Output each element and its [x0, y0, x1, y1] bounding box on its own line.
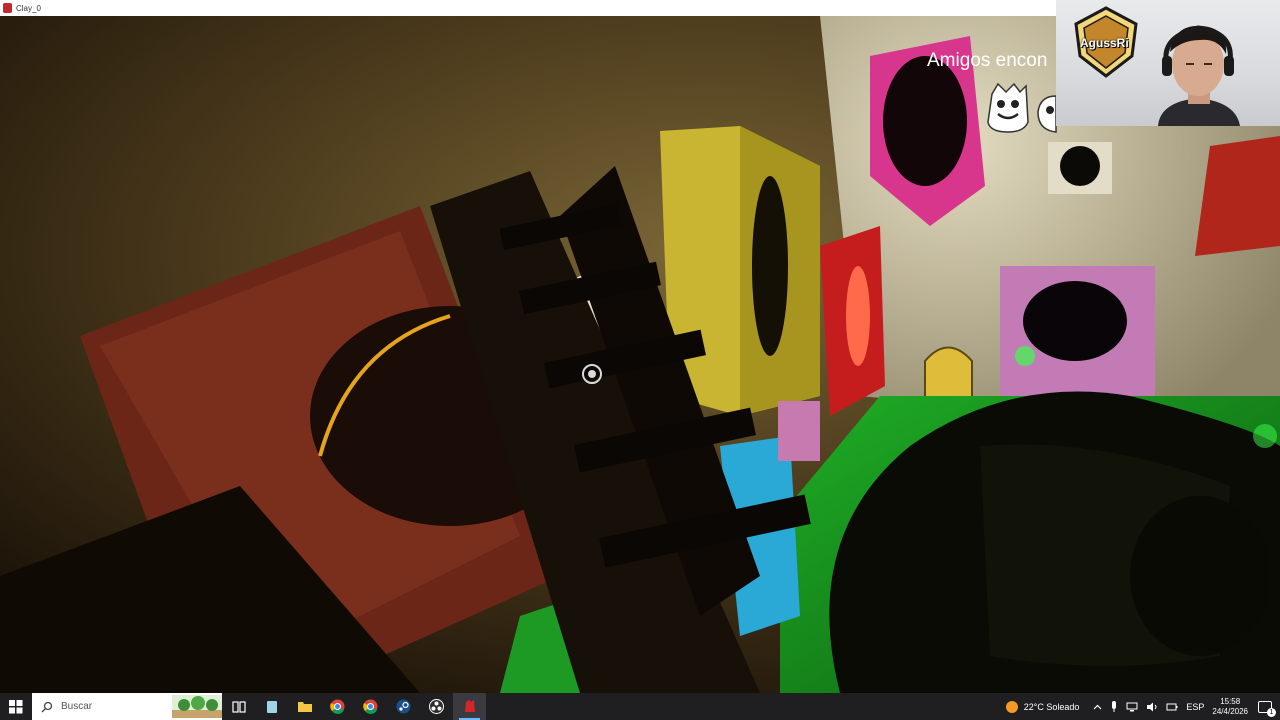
chrome-profile-icon[interactable]: [354, 693, 387, 720]
volume-icon[interactable]: [1146, 702, 1158, 712]
notification-count: 1: [1267, 707, 1276, 717]
tray-icons: ESP: [1093, 700, 1204, 713]
search-box[interactable]: Buscar: [32, 693, 222, 720]
search-highlight-art: [172, 695, 222, 718]
task-view-icon[interactable]: [222, 693, 255, 720]
windows-logo-icon: [9, 699, 23, 713]
windows-taskbar: Buscar 22°C Soleado ESP 15:58 24/4/2026 …: [0, 693, 1280, 720]
microphone-icon[interactable]: [1110, 700, 1118, 713]
tablet-app-icon[interactable]: [255, 693, 288, 720]
file-explorer-icon[interactable]: [288, 693, 321, 720]
crosshair-icon: [582, 364, 602, 384]
search-icon: [41, 701, 53, 712]
clock[interactable]: 15:58 24/4/2026: [1212, 697, 1248, 717]
system-tray: 22°C Soleado ESP 15:58 24/4/2026 1: [1005, 693, 1280, 720]
clay-game-icon[interactable]: [453, 693, 486, 720]
window-title: Clay_0: [16, 3, 41, 13]
friends-found-label: Amigos encon: [927, 50, 1048, 71]
start-button[interactable]: [0, 693, 32, 720]
obs-icon[interactable]: [420, 693, 453, 720]
weather-widget[interactable]: 22°C Soleado: [1005, 700, 1080, 713]
clock-time: 15:58: [1220, 696, 1241, 706]
steam-icon[interactable]: [387, 693, 420, 720]
notification-center-icon[interactable]: 1: [1258, 700, 1276, 717]
network-icon[interactable]: [1126, 702, 1138, 712]
chrome-icon[interactable]: [321, 693, 354, 720]
sun-icon: [1005, 700, 1018, 713]
battery-icon[interactable]: [1166, 702, 1178, 712]
search-placeholder: Buscar: [61, 701, 93, 712]
white-clay-character-icon: [1037, 95, 1057, 133]
red-game-icon: [3, 3, 12, 13]
chevron-up-icon[interactable]: [1093, 704, 1102, 710]
webcam-overlay: AgussRi: [1056, 0, 1280, 126]
clock-date: 24/4/2026: [1212, 706, 1248, 716]
language-indicator[interactable]: ESP: [1186, 702, 1204, 712]
white-clay-character-icon: [987, 82, 1029, 133]
streamer-logo-text: AgussRi: [1080, 36, 1129, 50]
streamer-webcam-feed: [1158, 25, 1240, 126]
weather-text: 22°C Soleado: [1023, 701, 1080, 712]
